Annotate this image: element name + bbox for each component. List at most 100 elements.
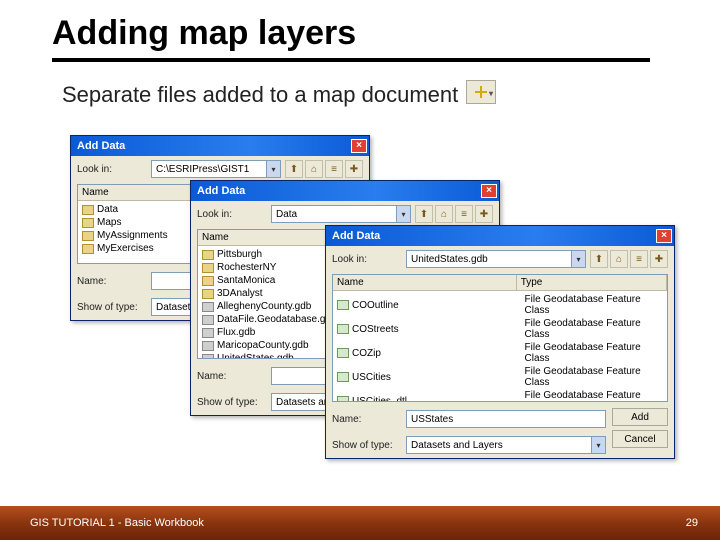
geodatabase-icon [202,315,214,325]
close-icon: × [356,141,362,151]
item-type: File Geodatabase Feature Class [525,342,663,364]
list-view-icon[interactable]: ≡ [325,160,343,178]
page-title: Adding map layers [52,14,356,53]
folder-icon [202,250,214,260]
chevron-down-icon: ▾ [571,251,585,267]
name-label: Name: [77,276,147,287]
toolbar-icons: ⬆ ⌂ ≡ ✚ [415,205,493,223]
dialog-titlebar[interactable]: Add Data × [326,226,674,246]
name-label: Name: [332,414,402,425]
slide: Adding map layers Separate files added t… [0,0,720,540]
col-name[interactable]: Name [333,275,517,290]
lookin-dropdown[interactable]: Data ▾ [271,205,411,223]
footer-bar: GIS TUTORIAL 1 - Basic Workbook 29 [0,506,720,540]
close-button[interactable]: × [351,139,367,153]
lookin-dropdown[interactable]: UnitedStates.gdb ▾ [406,250,586,268]
item-name: COZip [352,348,522,359]
close-icon: × [661,231,667,241]
item-type: File Geodatabase Feature Class [525,390,663,402]
item-name: USCities [352,372,522,383]
showtype-dropdown[interactable]: Datasets and Layers ▾ [406,436,606,454]
geodatabase-icon [202,302,214,312]
item-type: File Geodatabase Feature Class [525,366,663,388]
item-name: COStreets [352,324,522,335]
geodatabase-icon [202,341,214,351]
lookin-row: Look in: C:\ESRIPress\GIST1 ▾ ⬆ ⌂ ≡ ✚ [71,156,369,182]
lookin-value: C:\ESRIPress\GIST1 [156,164,249,175]
folder-icon [202,263,214,273]
list-view-icon[interactable]: ≡ [630,250,648,268]
name-input[interactable]: USStates [406,410,606,428]
lookin-label: Look in: [197,209,267,220]
subtitle-text: Separate files added to a map document [62,82,458,108]
item-type: File Geodatabase Feature Class [525,318,663,340]
up-folder-icon[interactable]: ⬆ [590,250,608,268]
up-folder-icon[interactable]: ⬆ [285,160,303,178]
add-data-dialog-3: Add Data × Look in: UnitedStates.gdb ▾ ⬆… [325,225,675,459]
list-item[interactable]: USCities_dtlFile Geodatabase Feature Cla… [333,389,667,402]
folder-icon [82,244,94,254]
folder-icon [202,276,214,286]
new-folder-icon[interactable]: ✚ [650,250,668,268]
showtype-label: Show of type: [332,440,402,451]
plus-icon [475,86,487,98]
add-button[interactable]: Add [612,408,668,426]
new-folder-icon[interactable]: ✚ [475,205,493,223]
feature-class-icon [337,348,349,358]
feature-class-icon [337,300,349,310]
dialog-title: Add Data [197,185,245,197]
home-icon[interactable]: ⌂ [610,250,628,268]
item-name: COOutline [352,300,522,311]
item-type: File Geodatabase Feature Class [525,294,663,316]
cancel-button[interactable]: Cancel [612,430,668,448]
geodatabase-icon [202,328,214,338]
showtype-value: Datasets and Layers [411,440,503,451]
close-button[interactable]: × [481,184,497,198]
new-folder-icon[interactable]: ✚ [345,160,363,178]
toolbar-icons: ⬆ ⌂ ≡ ✚ [285,160,363,178]
home-icon[interactable]: ⌂ [305,160,323,178]
folder-icon [202,289,214,299]
showtype-label: Show of type: [197,397,267,408]
list-view-icon[interactable]: ≡ [455,205,473,223]
item-name: USCities_dtl [352,396,522,403]
list-item[interactable]: COZipFile Geodatabase Feature Class [333,341,667,365]
title-underline [52,58,650,62]
page-number: 29 [686,517,698,529]
footer-left: GIS TUTORIAL 1 - Basic Workbook [30,517,204,529]
chevron-down-icon: ▾ [396,206,410,222]
dialog-title: Add Data [332,230,380,242]
dialog-buttons: Add Cancel [612,406,674,458]
feature-class-icon [337,396,349,402]
lookin-value: Data [276,209,297,220]
list-item[interactable]: USCitiesFile Geodatabase Feature Class [333,365,667,389]
folder-icon [82,231,94,241]
toolbar-icons: ⬆ ⌂ ≡ ✚ [590,250,668,268]
lookin-label: Look in: [77,164,147,175]
close-button[interactable]: × [656,229,672,243]
list-item[interactable]: COStreetsFile Geodatabase Feature Class [333,317,667,341]
name-label: Name: [197,371,267,382]
up-folder-icon[interactable]: ⬆ [415,205,433,223]
name-value: USStates [411,414,453,425]
list-item[interactable]: COOutlineFile Geodatabase Feature Class [333,293,667,317]
geodatabase-icon [202,354,214,360]
add-data-toolbar-icon[interactable] [466,80,496,104]
dialog-titlebar[interactable]: Add Data × [71,136,369,156]
dialog-titlebar[interactable]: Add Data × [191,181,499,201]
chevron-down-icon: ▾ [266,161,280,177]
lookin-label: Look in: [332,254,402,265]
file-list[interactable]: Name Type COOutlineFile Geodatabase Feat… [332,274,668,402]
folder-icon [82,205,94,215]
chevron-down-icon: ▾ [591,437,605,453]
lookin-dropdown[interactable]: C:\ESRIPress\GIST1 ▾ [151,160,281,178]
list-header: Name Type [333,275,667,291]
home-icon[interactable]: ⌂ [435,205,453,223]
dialog-title: Add Data [77,140,125,152]
col-type[interactable]: Type [517,275,667,290]
feature-class-icon [337,324,349,334]
folder-icon [82,218,94,228]
showtype-label: Show of type: [77,302,147,313]
close-icon: × [486,186,492,196]
feature-class-icon [337,372,349,382]
